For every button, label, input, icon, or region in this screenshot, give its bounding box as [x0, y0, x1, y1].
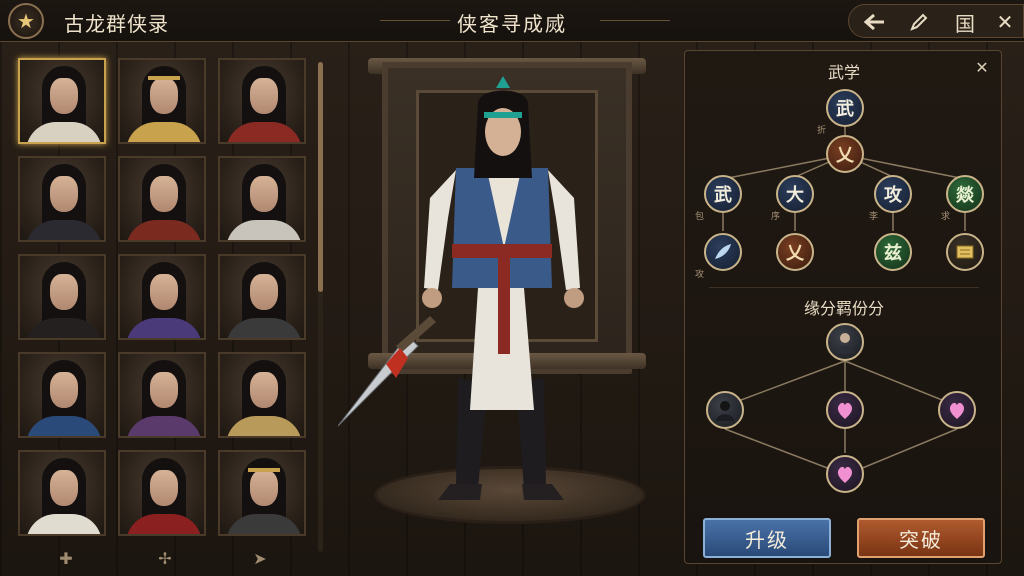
back-arrow-icon[interactable] [861, 8, 889, 36]
portrait-robe [126, 220, 202, 240]
hero-portrait[interactable] [118, 254, 206, 340]
upgrade-button[interactable]: 升级 [703, 518, 831, 558]
feather-skill-icon[interactable] [704, 233, 742, 271]
portrait-robe [126, 514, 202, 534]
title-divider-right [600, 20, 670, 21]
roster-add-icon[interactable]: ✚ [56, 549, 76, 569]
title-divider-left [380, 20, 450, 21]
skill-node-great[interactable]: 大 [776, 175, 814, 213]
skill-node-core[interactable]: 乂 [826, 135, 864, 173]
hero-portrait[interactable] [18, 254, 106, 340]
panel-divider [709, 287, 979, 288]
edit-pencil-icon[interactable] [905, 8, 933, 36]
portrait-robe [226, 514, 302, 534]
hero-portrait[interactable] [18, 156, 106, 242]
close-icon[interactable]: ✕ [991, 8, 1019, 36]
portrait-robe [226, 122, 302, 142]
portrait-face [150, 78, 178, 114]
portrait-headband [248, 468, 280, 472]
hero-portrait[interactable] [218, 156, 306, 242]
hero-portrait[interactable] [118, 352, 206, 438]
skill-node-grow[interactable]: 兹 [874, 233, 912, 271]
skill-node-label: 攻 [695, 270, 705, 280]
portrait-face [50, 470, 78, 506]
portrait-robe [26, 220, 102, 240]
hero-portrait[interactable] [18, 450, 106, 536]
breakthrough-button[interactable]: 突破 [857, 518, 985, 558]
top-actions: 国 ✕ [848, 4, 1024, 38]
hero-portrait[interactable] [18, 58, 106, 144]
skill-node-martial-left[interactable]: 武 [704, 175, 742, 213]
skill-node-label: 序 [771, 212, 781, 222]
hero-portrait[interactable] [118, 58, 206, 144]
portrait-robe [226, 220, 302, 240]
portrait-robe [126, 318, 202, 338]
kingdom-glyph-icon[interactable]: 国 [951, 8, 979, 36]
hero-portrait[interactable] [218, 58, 306, 144]
skill-node-flame[interactable]: 燚 [946, 175, 984, 213]
hero-portrait[interactable] [18, 352, 106, 438]
portrait-face [250, 176, 278, 212]
hero-portrait[interactable] [118, 450, 206, 536]
portrait-face [50, 78, 78, 114]
skill-node-martial[interactable]: 武 [826, 89, 864, 127]
skill-node-attack[interactable]: 攻 [874, 175, 912, 213]
top-bar: ★ 古龙群侠录 侠客寻成烕 国 ✕ [0, 0, 1024, 42]
hero-portrait[interactable] [218, 450, 306, 536]
portrait-robe [26, 416, 102, 436]
bond-title: 缘分羁份分 [803, 299, 884, 318]
portrait-robe [126, 416, 202, 436]
scroll-skill-icon[interactable] [946, 233, 984, 271]
portrait-face [150, 470, 178, 506]
hero-character-figure[interactable] [338, 48, 658, 576]
skill-node-core-lower[interactable]: 乂 [776, 233, 814, 271]
portrait-face [150, 176, 178, 212]
scrollbar-thumb[interactable] [318, 62, 323, 292]
bond-hero-avatar[interactable] [826, 323, 864, 361]
hero-portrait[interactable] [218, 352, 306, 438]
skill-node-label: 折 [817, 126, 827, 136]
portrait-robe [26, 122, 102, 142]
bond-charm-icon[interactable] [938, 391, 976, 429]
bond-charm-icon[interactable] [826, 391, 864, 429]
portrait-robe [226, 318, 302, 338]
portrait-robe [26, 514, 102, 534]
hero-roster [18, 58, 314, 548]
hero-portrait[interactable] [118, 156, 206, 242]
game-title: 古龙群侠录 [64, 12, 169, 36]
portrait-face [150, 274, 178, 310]
skill-node-label: 李 [869, 212, 879, 222]
portrait-robe [226, 416, 302, 436]
portrait-face [250, 470, 278, 506]
bond-hero-avatar[interactable] [706, 391, 744, 429]
roster-filter-icon[interactable]: ✢ [155, 549, 175, 569]
portrait-face [250, 372, 278, 408]
portrait-headband [148, 76, 180, 80]
hero-portrait[interactable] [218, 254, 306, 340]
portrait-face [250, 274, 278, 310]
hero-stage [338, 48, 658, 576]
portrait-robe [26, 318, 102, 338]
skill-node-label: 包 [695, 212, 705, 222]
star-badge-icon[interactable]: ★ [8, 3, 44, 39]
roster-scrollbar[interactable] [318, 62, 323, 552]
skills-panel: 武学 ✕ 武 折 乂 武 包 大 序 攻 李 燚 求 攻 乂 兹 缘分羁份分 升… [684, 50, 1002, 564]
portrait-face [250, 78, 278, 114]
portrait-face [150, 372, 178, 408]
roster-next-icon[interactable]: ➤ [250, 549, 270, 569]
portrait-face [50, 176, 78, 212]
portrait-face [50, 372, 78, 408]
portrait-robe [126, 122, 202, 142]
skill-node-label: 求 [941, 212, 951, 222]
bond-charm-icon[interactable] [826, 455, 864, 493]
portrait-face [50, 274, 78, 310]
